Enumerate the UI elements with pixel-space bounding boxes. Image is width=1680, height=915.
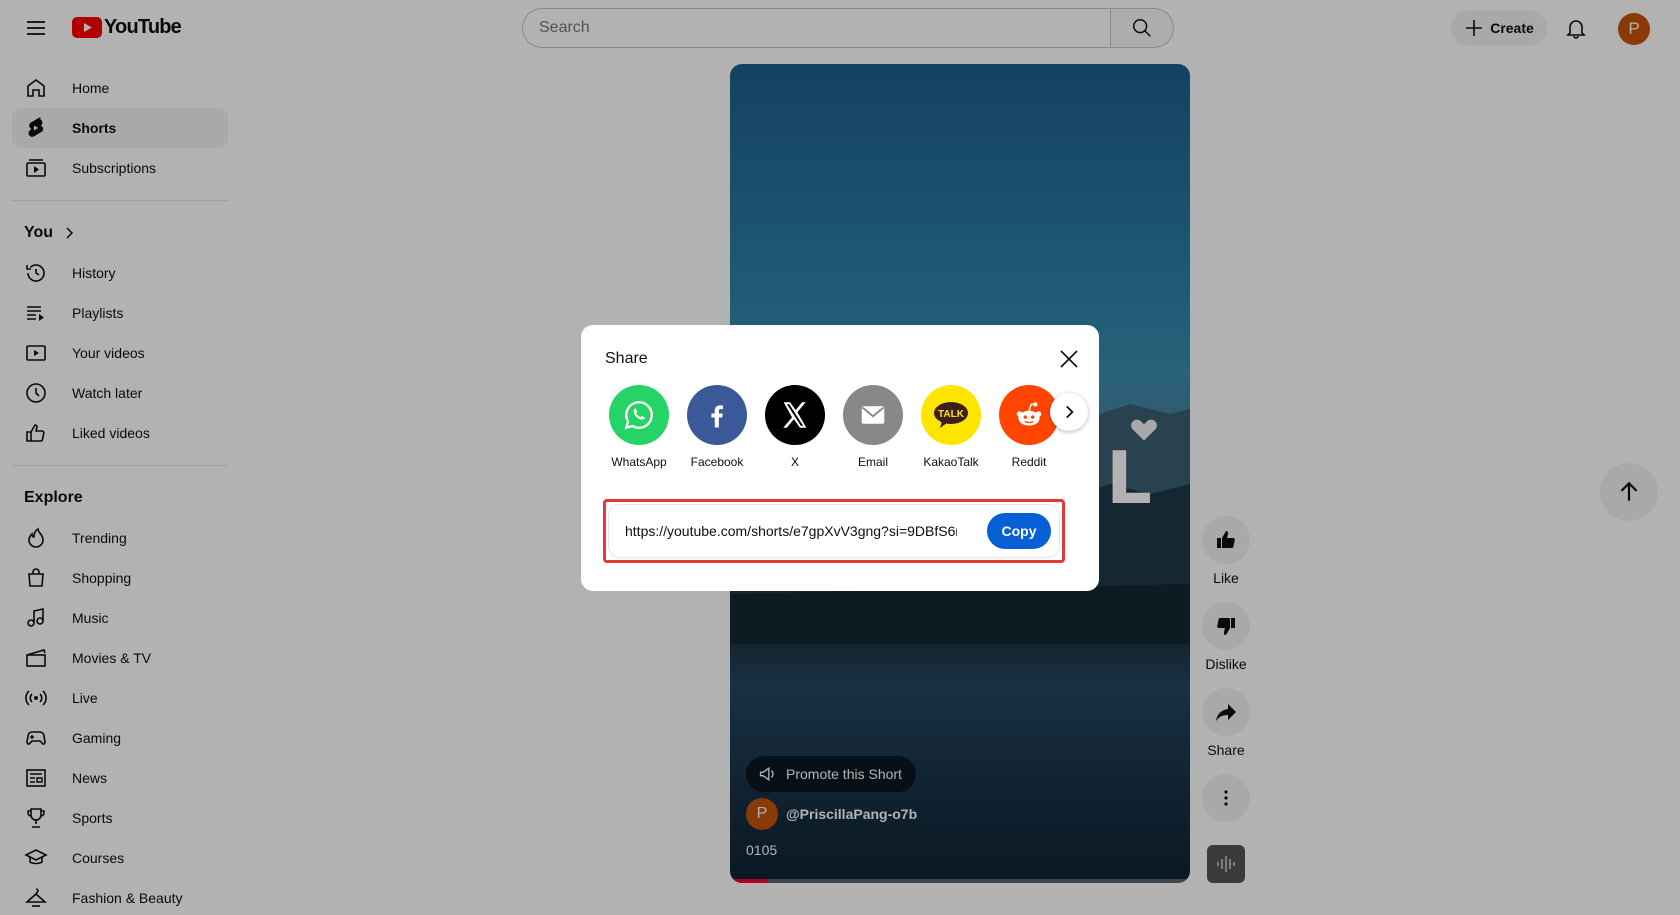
share-x[interactable]: X <box>765 385 825 469</box>
share-label: X <box>790 455 799 469</box>
svg-text:TALK: TALK <box>938 409 965 420</box>
copy-button[interactable]: Copy <box>987 513 1051 549</box>
share-next-button[interactable] <box>1050 393 1088 431</box>
share-label: KakaoTalk <box>923 455 979 469</box>
share-facebook[interactable]: Facebook <box>687 385 747 469</box>
kakaotalk-icon: TALK <box>921 385 981 445</box>
share-label: Email <box>857 455 888 469</box>
share-email[interactable]: Email <box>843 385 903 469</box>
share-dialog: Share WhatsApp Facebook X Email TALK Kak… <box>581 325 1099 591</box>
share-url-box: https://youtube.com/shorts/e7gpXvV3gng?s… <box>608 504 1060 558</box>
whatsapp-icon <box>609 385 669 445</box>
share-label: Facebook <box>690 455 744 469</box>
share-kakaotalk[interactable]: TALK KakaoTalk <box>921 385 981 469</box>
chevron-right-icon <box>1066 405 1074 419</box>
share-label: WhatsApp <box>611 455 667 469</box>
share-label: Reddit <box>1011 455 1047 469</box>
share-targets: WhatsApp Facebook X Email TALK KakaoTalk <box>609 385 1069 471</box>
close-button[interactable] <box>1053 343 1085 375</box>
facebook-icon <box>687 385 747 445</box>
share-dialog-title: Share <box>605 350 648 367</box>
close-icon <box>1060 350 1078 368</box>
email-icon <box>843 385 903 445</box>
share-url-field[interactable]: https://youtube.com/shorts/e7gpXvV3gng?s… <box>625 523 957 539</box>
x-icon <box>765 385 825 445</box>
share-reddit[interactable]: Reddit <box>999 385 1059 469</box>
share-whatsapp[interactable]: WhatsApp <box>609 385 669 469</box>
